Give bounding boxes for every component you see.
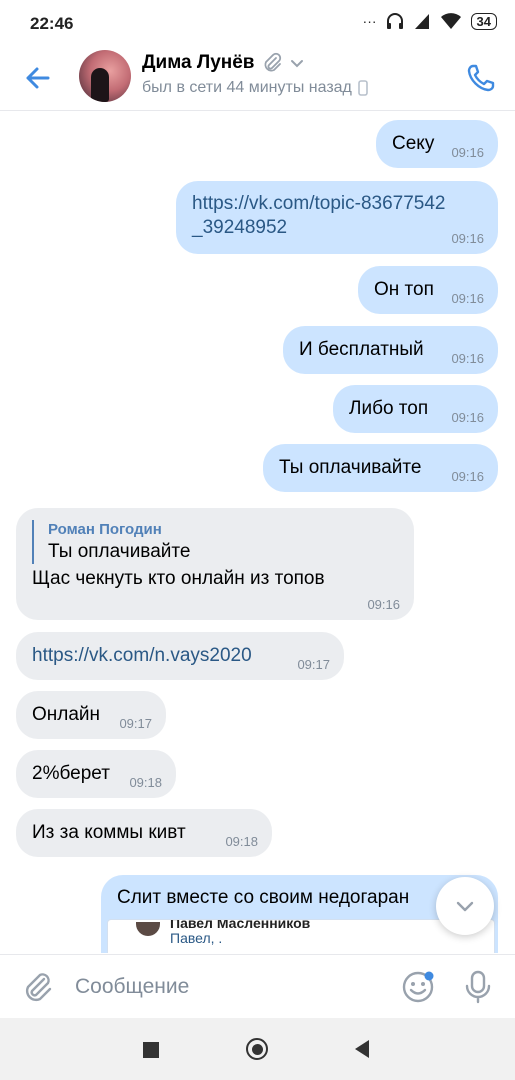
- message-list[interactable]: Секу 09:16 https://vk.com/topic-83677542…: [0, 111, 515, 953]
- paperclip-icon[interactable]: [20, 969, 56, 1005]
- message-time: 09:18: [129, 775, 162, 790]
- message-bubble[interactable]: Ты оплачивайте 09:16: [263, 444, 498, 492]
- message-time: 09:16: [451, 291, 484, 306]
- message-text: И бесплатный: [299, 339, 424, 360]
- status-bar: 22:46 ··· 34: [0, 0, 515, 46]
- arrow-left-icon[interactable]: [18, 58, 58, 98]
- contact-status: был в сети 44 минуты назад: [142, 79, 368, 97]
- message-text: Из за коммы кивт: [32, 822, 186, 843]
- avatar[interactable]: [79, 50, 131, 102]
- message-bubble[interactable]: Секу 09:16: [376, 120, 498, 168]
- message-link[interactable]: https://vk.com/n.vays2020: [32, 645, 252, 666]
- paperclip-icon: [264, 52, 281, 72]
- message-bubble[interactable]: Роман Погодин Ты оплачивайте Щас чекнуть…: [16, 508, 414, 620]
- message-time: 09:16: [367, 597, 400, 612]
- message-link[interactable]: https://vk.com/topic-83677542: [192, 192, 482, 216]
- smile-icon[interactable]: [400, 969, 436, 1005]
- message-bubble[interactable]: https://vk.com/topic-83677542 _39248952 …: [176, 181, 498, 254]
- recents-button[interactable]: [143, 1042, 159, 1058]
- chat-header: Дима Лунёв был в сети 44 минуты назад: [0, 46, 515, 111]
- more-dots-icon: ···: [362, 13, 377, 29]
- message-bubble[interactable]: И бесплатный 09:16: [283, 326, 498, 374]
- message-text: Он топ: [374, 279, 434, 300]
- phone-icon[interactable]: [461, 58, 501, 98]
- chevron-down-icon[interactable]: [289, 55, 305, 71]
- avatar: [136, 922, 160, 936]
- reply-author: Роман Погодин: [48, 521, 162, 538]
- status-time: 22:46: [30, 14, 74, 33]
- message-text: Слит вместе со своим недогаран: [117, 887, 410, 908]
- microphone-icon[interactable]: [462, 969, 494, 1005]
- wifi-icon: [440, 13, 461, 29]
- message-time: 09:16: [451, 351, 484, 366]
- system-nav-bar: [0, 1018, 515, 1080]
- message-text: 2%берет: [32, 763, 110, 784]
- message-text: Щас чекнуть кто онлайн из топов: [32, 568, 325, 589]
- message-bubble[interactable]: 2%берет 09:18: [16, 750, 176, 798]
- mobile-icon: [358, 80, 368, 96]
- last-seen-text: был в сети 44 минуты назад: [142, 79, 352, 96]
- message-time: 09:17: [297, 657, 330, 672]
- scroll-down-button[interactable]: [436, 877, 494, 935]
- headphones-icon: [386, 13, 403, 29]
- message-text: Ты оплачивайте: [279, 457, 422, 478]
- battery-indicator: 34: [470, 12, 497, 30]
- message-input[interactable]: Сообщение: [75, 975, 189, 999]
- message-composer: Сообщение: [0, 954, 515, 1019]
- message-bubble[interactable]: https://vk.com/n.vays2020 09:17: [16, 632, 344, 680]
- message-bubble[interactable]: Из за коммы кивт 09:18: [16, 809, 272, 857]
- signal-icon: [414, 14, 429, 29]
- home-button[interactable]: [246, 1038, 268, 1060]
- forward-text: Павел, .: [170, 930, 223, 946]
- message-time: 09:16: [451, 469, 484, 484]
- back-button[interactable]: [353, 1039, 371, 1059]
- reply-text: Ты оплачивайте: [48, 541, 191, 562]
- forwarded-message[interactable]: Павел Масленников Павел, .: [107, 919, 495, 953]
- message-time: 09:17: [119, 716, 152, 731]
- contact-name-text: Дима Лунёв: [142, 52, 255, 73]
- message-text: Секу: [392, 133, 435, 154]
- message-text: Онлайн: [32, 704, 101, 725]
- message-bubble[interactable]: Онлайн 09:17: [16, 691, 166, 739]
- message-link-cont[interactable]: _39248952: [192, 216, 482, 240]
- status-icons: ··· 34: [363, 12, 497, 30]
- reply-quote[interactable]: Роман Погодин Ты оплачивайте: [32, 520, 398, 564]
- message-time: 09:18: [225, 834, 258, 849]
- message-bubble[interactable]: Либо топ 09:16: [333, 385, 498, 433]
- chevron-down-icon: [456, 901, 474, 912]
- message-time: 09:16: [451, 231, 484, 246]
- message-bubble[interactable]: Он топ 09:16: [358, 266, 498, 314]
- message-time: 09:16: [451, 410, 484, 425]
- message-time: 09:16: [451, 145, 484, 160]
- contact-name[interactable]: Дима Лунёв: [142, 52, 305, 74]
- message-text: Либо топ: [349, 398, 429, 419]
